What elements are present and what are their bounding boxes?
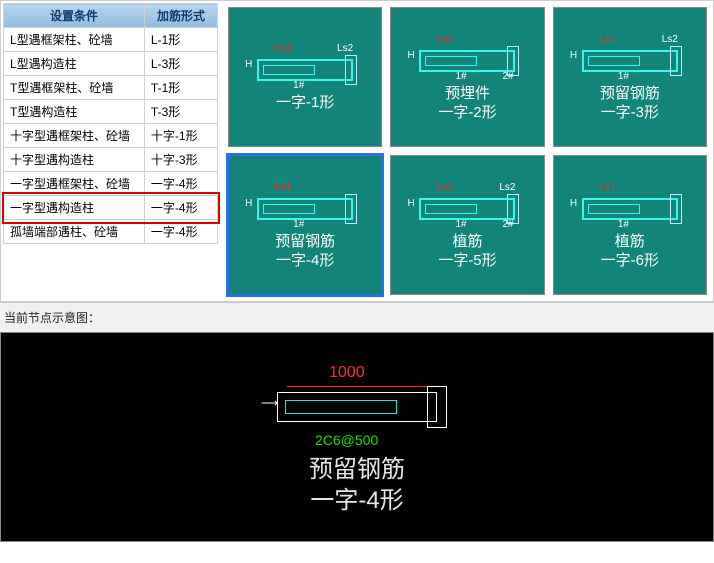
cell-form: 一字-4形 [144, 172, 217, 196]
shape-thumbnail[interactable]: Ls1 H 1# 2# 预埋件一字-2形 [390, 7, 544, 147]
cell-form: 一字-4形 [144, 196, 217, 220]
cell-condition: T型遇构造柱 [4, 100, 145, 124]
shape-thumbnail[interactable]: Ls1 Ls2 H 1# 2# 植筋一字-5形 [390, 155, 544, 295]
table-row[interactable]: L型遇框架柱、砼墙L-1形 [4, 28, 218, 52]
table-row[interactable]: 孤墙端部遇柱、砼墙一字-4形 [4, 220, 218, 244]
preview-dim-value: 1000 [329, 364, 365, 382]
cell-condition: 一字型遇框架柱、砼墙 [4, 172, 145, 196]
table-row[interactable]: 一字型遇框架柱、砼墙一字-4形 [4, 172, 218, 196]
thumb-diagram: Ls1 H 1# [570, 180, 690, 228]
thumb-label: 植筋一字-6形 [601, 232, 659, 271]
preview-diagram: 1000 ⟶ 2C6@500 [257, 358, 457, 448]
cell-condition: 孤墙端部遇柱、砼墙 [4, 220, 145, 244]
preview-area: 1000 ⟶ 2C6@500 预留钢筋 一字-4形 [0, 332, 714, 542]
shape-thumbnail[interactable]: Ls1 Ls2 H 1# 预留钢筋一字-3形 [553, 7, 707, 147]
thumb-label: 预埋件一字-2形 [438, 84, 496, 123]
cell-condition: L型遇构造柱 [4, 52, 145, 76]
shape-thumbnail[interactable]: Ls1 H 1# 预留钢筋一字-4形 [228, 155, 382, 295]
cell-condition: 一字型遇构造柱 [4, 196, 145, 220]
cell-condition: T型遇框架柱、砼墙 [4, 76, 145, 100]
thumb-label: 一字-1形 [276, 93, 334, 113]
cell-condition: L型遇框架柱、砼墙 [4, 28, 145, 52]
preview-arrow-icon: ⟶ [261, 396, 278, 410]
thumb-label: 预留钢筋一字-4形 [275, 232, 335, 271]
cell-form: 十字-1形 [144, 124, 217, 148]
cell-form: L-1形 [144, 28, 217, 52]
conditions-table: 设置条件 加筋形式 L型遇框架柱、砼墙L-1形L型遇构造柱L-3形T型遇框架柱、… [3, 3, 218, 244]
table-row[interactable]: 一字型遇构造柱一字-4形 [4, 196, 218, 220]
conditions-panel: 设置条件 加筋形式 L型遇框架柱、砼墙L-1形L型遇构造柱L-3形T型遇框架柱、… [3, 3, 218, 299]
thumb-label: 植筋一字-5形 [438, 232, 496, 271]
table-row[interactable]: 十字型遇构造柱十字-3形 [4, 148, 218, 172]
cell-form: 十字-3形 [144, 148, 217, 172]
shape-thumbnail[interactable]: Ls1 Ls2 H 1# 一字-1形 [228, 7, 382, 147]
cell-condition: 十字型遇构造柱 [4, 148, 145, 172]
thumb-diagram: Ls1 Ls2 H 1# 2# [407, 180, 527, 228]
table-row[interactable]: T型遇构造柱T-3形 [4, 100, 218, 124]
thumb-label: 预留钢筋一字-3形 [600, 84, 660, 123]
shape-thumbnail[interactable]: Ls1 H 1# 植筋一字-6形 [553, 155, 707, 295]
cell-form: 一字-4形 [144, 220, 217, 244]
preview-title: 预留钢筋 一字-4形 [309, 454, 405, 516]
thumb-diagram: Ls1 Ls2 H 1# [570, 32, 690, 80]
cell-form: T-3形 [144, 100, 217, 124]
col-header-condition: 设置条件 [4, 4, 145, 28]
table-row[interactable]: 十字型遇框架柱、砼墙十字-1形 [4, 124, 218, 148]
preview-spec: 2C6@500 [315, 432, 378, 448]
thumbnails-grid: Ls1 Ls2 H 1# 一字-1形 Ls1 H 1# 2# 预埋件一字-2形 … [224, 3, 711, 299]
col-header-form: 加筋形式 [144, 4, 217, 28]
cell-form: L-3形 [144, 52, 217, 76]
table-row[interactable]: L型遇构造柱L-3形 [4, 52, 218, 76]
thumb-diagram: Ls1 Ls2 H 1# [245, 41, 365, 89]
thumb-diagram: Ls1 H 1# [245, 180, 365, 228]
cell-form: T-1形 [144, 76, 217, 100]
thumb-diagram: Ls1 H 1# 2# [407, 32, 527, 80]
table-row[interactable]: T型遇框架柱、砼墙T-1形 [4, 76, 218, 100]
preview-header: 当前节点示意图： [0, 302, 714, 332]
cell-condition: 十字型遇框架柱、砼墙 [4, 124, 145, 148]
